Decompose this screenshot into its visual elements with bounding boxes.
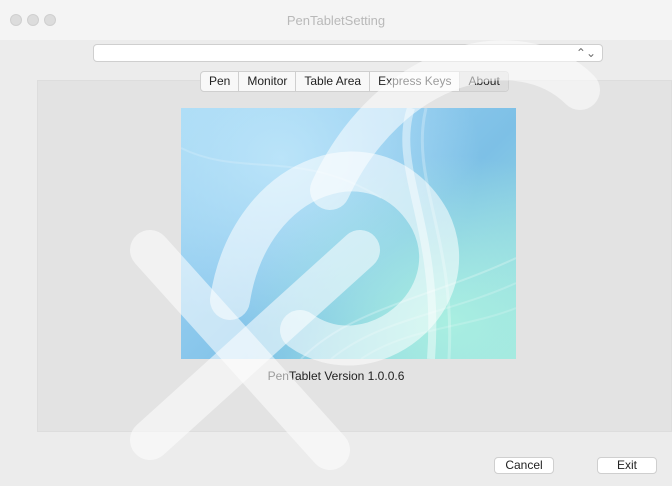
tab-about[interactable]: About (460, 72, 508, 91)
app-window: PenTabletSetting ⌃⌄ Pen Monitor Table Ar… (0, 0, 672, 486)
about-image (181, 108, 516, 359)
tab-bar: Pen Monitor Table Area Express Keys Abou… (200, 71, 509, 92)
device-select[interactable]: ⌃⌄ (93, 44, 603, 62)
tab-table-area[interactable]: Table Area (296, 72, 371, 91)
cancel-button[interactable]: Cancel (494, 457, 554, 474)
window-title: PenTabletSetting (286, 13, 386, 28)
tab-monitor[interactable]: Monitor (239, 72, 297, 91)
version-label: PenTablet Version 1.0.0.6 (267, 369, 405, 383)
up-down-chevron-icon: ⌃⌄ (575, 46, 596, 60)
exit-button[interactable]: Exit (597, 457, 657, 474)
tab-express-keys[interactable]: Express Keys (370, 72, 461, 91)
wave-pattern (181, 108, 516, 359)
title-bar: PenTabletSetting (0, 0, 672, 40)
tab-pen[interactable]: Pen (201, 72, 240, 91)
